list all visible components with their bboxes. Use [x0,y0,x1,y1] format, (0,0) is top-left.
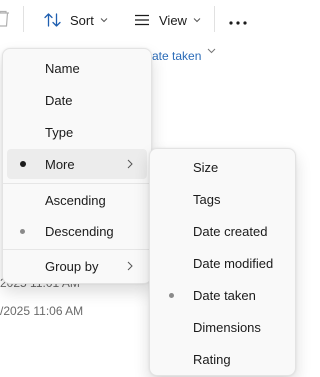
sort-arrows-icon [44,12,61,28]
more-ellipsis-icon [229,13,247,28]
chevron-down-icon [193,17,201,23]
sort-menu: Name Date Type More Ascending Descending… [2,48,152,284]
menu-item-label: Dimensions [193,319,261,335]
menu-item-label: Size [193,159,219,175]
command-bar: Sort View [0,0,296,40]
submenu-item-rating[interactable]: Rating [154,344,291,374]
menu-item-label: Descending [45,223,114,239]
menu-item-date[interactable]: Date [7,85,147,115]
menu-item-label: Rating [193,351,231,367]
chevron-right-icon [127,159,133,169]
more-sort-submenu: Size Tags Date created Date modified Dat… [149,148,296,376]
toolbar-divider [214,6,215,32]
menu-item-type[interactable]: Type [7,117,147,147]
sort-label: Sort [70,12,94,28]
submenu-item-tags[interactable]: Tags [154,184,291,214]
menu-divider [3,183,151,184]
menu-item-name[interactable]: Name [7,53,147,83]
submenu-item-date-created[interactable]: Date created [154,216,291,246]
sort-button[interactable]: Sort [44,4,108,36]
menu-item-group-by[interactable]: Group by [7,251,147,281]
view-lines-icon [134,14,150,26]
menu-item-more[interactable]: More [7,149,147,179]
menu-item-label: Date taken [193,287,256,303]
menu-item-ascending[interactable]: Ascending [7,185,147,215]
menu-divider [3,249,151,250]
column-header-date-taken[interactable]: ate taken [152,49,201,63]
toolbar-divider [23,6,24,32]
view-label: View [159,12,187,28]
menu-item-label: Group by [45,258,99,274]
submenu-item-date-modified[interactable]: Date modified [154,248,291,278]
selected-bullet-icon [20,161,26,167]
menu-item-label: Name [45,60,80,76]
submenu-item-date-taken[interactable]: Date taken [154,280,291,310]
menu-item-label: Date [45,92,73,108]
menu-item-label: More [45,156,75,172]
selected-bullet-icon [20,228,25,234]
view-button[interactable]: View [134,4,201,36]
menu-item-label: Tags [193,191,221,207]
menu-item-label: Date modified [193,255,274,271]
trash-icon[interactable] [0,10,10,33]
file-row-date: /2025 11:06 AM [0,304,84,318]
chevron-down-icon [207,41,216,59]
chevron-right-icon [127,261,133,271]
more-options-button[interactable] [229,8,247,32]
chevron-down-icon [100,17,108,23]
menu-item-descending[interactable]: Descending [7,216,147,246]
submenu-item-dimensions[interactable]: Dimensions [154,312,291,342]
menu-item-label: Type [45,124,74,140]
selected-bullet-icon [169,292,174,298]
menu-item-label: Ascending [45,192,106,208]
submenu-item-size[interactable]: Size [154,152,291,182]
menu-item-label: Date created [193,223,268,239]
